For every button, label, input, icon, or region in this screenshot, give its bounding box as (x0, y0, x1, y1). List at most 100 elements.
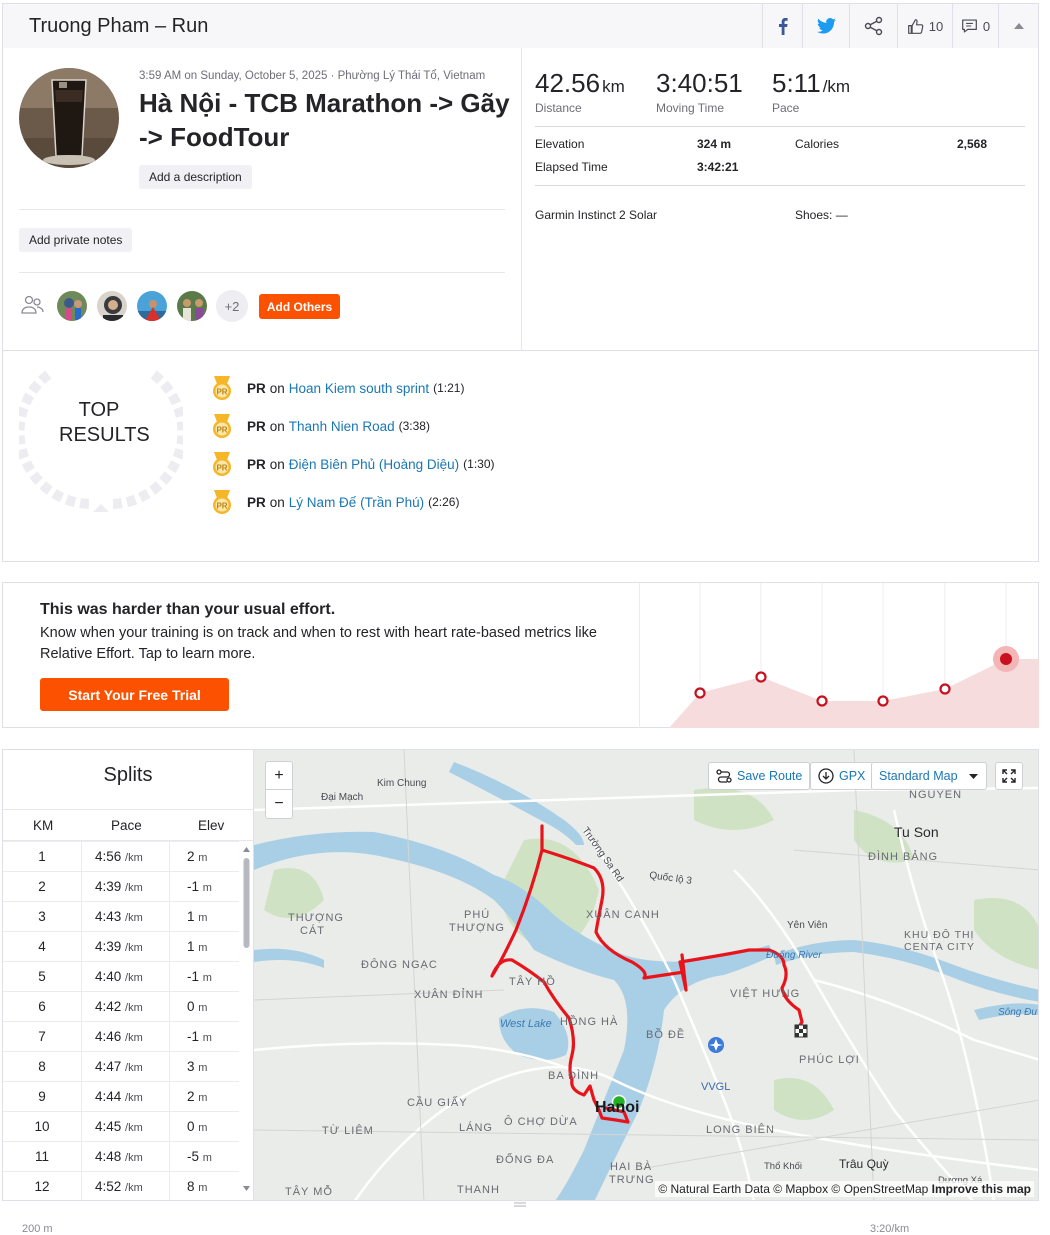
map-label: TÂY HỒ (509, 975, 556, 988)
split-km: 2 (38, 879, 46, 894)
split-pace-value: 4:52 (95, 1179, 122, 1194)
pace-stat: 5:11/km Pace (772, 68, 850, 115)
split-elev-value: -1 (187, 969, 200, 984)
improve-map-link[interactable]: Improve this map (932, 1182, 1031, 1196)
effort-point (755, 671, 767, 683)
add-others-button[interactable]: Add Others (259, 294, 340, 319)
activity-map[interactable]: Kim Chung Đại Mạch Trường Sa Rd Quốc lộ … (253, 749, 1039, 1201)
pr-badge-text: PR (216, 426, 227, 435)
split-pace: 4:44 /km (95, 1089, 143, 1104)
split-elev-value: 8 (187, 1179, 195, 1194)
split-pace-unit: /km (125, 1062, 143, 1074)
pr-badge-text: PR (216, 388, 227, 397)
split-elev-unit: m (202, 1152, 212, 1164)
effort-point (877, 695, 889, 707)
split-pace: 4:40 /km (95, 969, 143, 984)
split-elev: -1 m (187, 969, 212, 984)
start-free-trial-button[interactable]: Start Your Free Trial (40, 678, 229, 711)
zoom-in-button[interactable]: + (266, 762, 292, 790)
splits-header-elev: Elev (198, 818, 225, 833)
split-row[interactable]: 11 4:48 /km -5 m (3, 1141, 239, 1171)
facebook-icon (778, 18, 788, 35)
split-row[interactable]: 9 4:44 /km 2 m (3, 1081, 239, 1111)
split-row[interactable]: 6 4:42 /km 0 m (3, 991, 239, 1021)
more-athletes-badge[interactable]: +2 (216, 290, 248, 322)
splits-scrollbar[interactable] (242, 846, 251, 1192)
divider (19, 272, 505, 273)
map-canvas[interactable]: Kim Chung Đại Mạch Trường Sa Rd Quốc lộ … (254, 750, 1039, 1201)
split-row[interactable]: 4 4:39 /km 1 m (3, 931, 239, 961)
segment-link[interactable]: Lý Nam Đế (Trần Phú) (289, 495, 424, 510)
group-activity-icon (21, 295, 44, 314)
gpx-download-button[interactable]: GPX (810, 762, 874, 790)
save-route-button[interactable]: Save Route (708, 762, 811, 790)
add-private-notes-button[interactable]: Add private notes (19, 228, 133, 252)
split-elev-unit: m (198, 1092, 208, 1104)
effort-point (816, 695, 828, 707)
map-style-select[interactable]: Standard Map (871, 762, 987, 790)
split-elev-unit: m (198, 1182, 208, 1194)
fullscreen-button[interactable] (995, 762, 1023, 790)
facebook-share-button[interactable] (762, 4, 802, 48)
athlete-avatar[interactable] (96, 290, 128, 322)
split-row[interactable]: 8 4:47 /km 3 m (3, 1051, 239, 1081)
split-row[interactable]: 12 4:52 /km 8 m (3, 1171, 239, 1201)
split-elev: -1 m (187, 1029, 212, 1044)
relative-effort-card[interactable]: This was harder than your usual effort. … (2, 582, 1039, 728)
comments-button[interactable]: 0 (952, 4, 998, 48)
elevation-label: Elevation (535, 137, 585, 151)
athlete-avatar[interactable] (136, 290, 168, 322)
segment-link[interactable]: Thanh Nien Road (289, 419, 395, 434)
map-label: PHÚC LỢI (799, 1053, 860, 1066)
map-label: Tu Son (894, 824, 939, 840)
split-pace: 4:39 /km (95, 879, 143, 894)
resize-handle-icon[interactable] (514, 1202, 526, 1208)
segment-link[interactable]: Hoan Kiem south sprint (289, 381, 429, 396)
pr-label: PR (247, 380, 266, 396)
split-row[interactable]: 3 4:43 /km 1 m (3, 901, 239, 931)
map-label: VIỆT HƯNG (730, 987, 800, 1000)
split-elev: 0 m (187, 1119, 207, 1134)
download-icon (818, 768, 834, 784)
split-elev-unit: m (202, 882, 212, 894)
effort-description: Know when your training is on track and … (40, 625, 597, 662)
split-row[interactable]: 2 4:39 /km -1 m (3, 871, 239, 901)
activity-photo[interactable] (19, 68, 119, 168)
split-pace: 4:52 /km (95, 1179, 143, 1194)
share-button[interactable] (849, 4, 897, 48)
athlete-avatar[interactable] (56, 290, 88, 322)
split-pace: 4:56 /km (95, 849, 143, 864)
kudos-button[interactable]: 10 (897, 4, 952, 48)
map-label: TÂY MỖ (285, 1185, 333, 1198)
split-km: 8 (38, 1059, 46, 1074)
split-row[interactable]: 10 4:45 /km 0 m (3, 1111, 239, 1141)
split-pace-unit: /km (125, 1002, 143, 1014)
split-elev-value: 2 (187, 1089, 195, 1104)
pr-on-text: on (269, 380, 285, 396)
split-pace: 4:46 /km (95, 1029, 143, 1044)
pr-badge-text: PR (216, 464, 227, 473)
elapsed-time-label: Elapsed Time (535, 160, 608, 174)
split-km: 4 (38, 939, 46, 954)
map-label: ĐÔNG NGẠC (361, 958, 438, 971)
split-row[interactable]: 7 4:46 /km -1 m (3, 1021, 239, 1051)
split-elev-value: 0 (187, 1119, 195, 1134)
split-pace-unit: /km (125, 1152, 143, 1164)
pr-badge-text: PR (216, 502, 227, 511)
pr-result-row: PR PR on Hoan Kiem south sprint (1:21) (211, 375, 464, 401)
twitter-share-button[interactable] (802, 4, 849, 48)
athlete-avatar[interactable] (176, 290, 208, 322)
segment-link[interactable]: Điện Biên Phủ (Hoàng Diệu) (289, 457, 459, 472)
add-description-button[interactable]: Add a description (139, 165, 252, 189)
split-elev-value: -1 (187, 879, 200, 894)
attribution-text: © Natural Earth Data © Mapbox © OpenStre… (658, 1182, 932, 1196)
collapse-button[interactable] (998, 4, 1038, 48)
split-row[interactable]: 1 4:56 /km 2 m (3, 841, 239, 871)
pr-medal-icon: PR (213, 452, 231, 476)
split-elev-value: 1 (187, 909, 195, 924)
map-label: THANH (457, 1184, 500, 1196)
split-row[interactable]: 5 4:40 /km -1 m (3, 961, 239, 991)
map-label: NGUYEN (909, 789, 962, 801)
calories-value: 2,568 (957, 137, 988, 151)
zoom-out-button[interactable]: − (266, 790, 292, 818)
